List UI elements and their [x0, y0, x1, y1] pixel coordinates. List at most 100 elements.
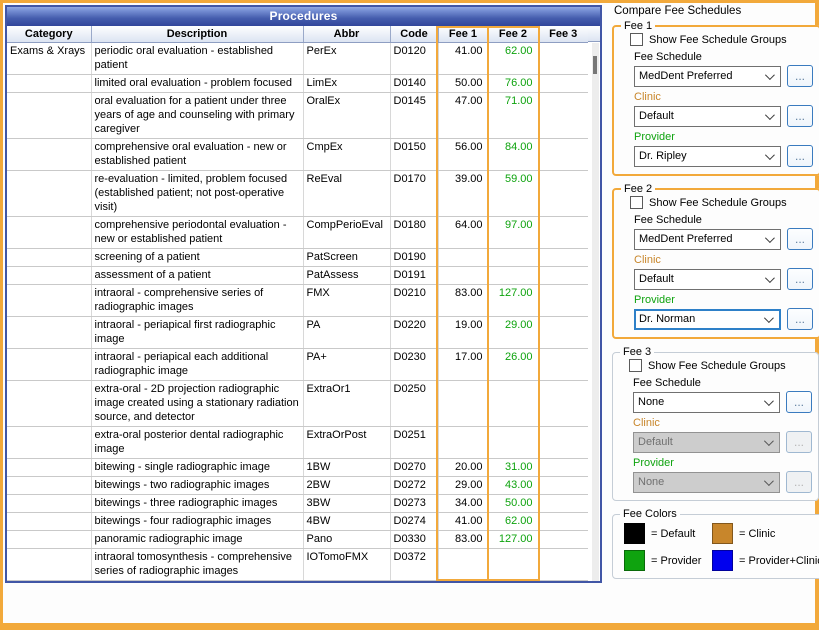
fee3-show-groups-row[interactable]: Show Fee Schedule Groups: [629, 359, 812, 372]
category-cell: [7, 348, 91, 380]
code-cell: D0145: [390, 92, 438, 138]
fee-color-provider: = Provider: [624, 550, 712, 571]
chevron-down-icon: [765, 110, 775, 120]
procedures-grid: Procedures Category Description Abbr Cod…: [5, 5, 602, 583]
chevron-down-icon: [765, 70, 775, 80]
table-row[interactable]: intraoral - comprehensive series of radi…: [7, 284, 588, 316]
fee1-fee-schedule-browse-button[interactable]: ...: [787, 65, 813, 87]
table-row[interactable]: Exams & Xraysperiodic oral evaluation - …: [7, 42, 588, 74]
category-cell: [7, 92, 91, 138]
fee1-cell: 29.00: [438, 476, 488, 494]
procedures-table: Category Description Abbr Code Fee 1 Fee…: [7, 26, 588, 581]
description-cell: extra-oral posterior dental radiographic…: [91, 426, 303, 458]
abbr-cell: PA: [303, 316, 390, 348]
fee2-fee-schedule-select[interactable]: MedDent Preferred: [634, 229, 781, 250]
abbr-cell: 3BW: [303, 494, 390, 512]
code-cell: D0220: [390, 316, 438, 348]
category-cell: [7, 548, 91, 580]
table-row[interactable]: extra-oral posterior dental radiographic…: [7, 426, 588, 458]
fee2-show-groups-row[interactable]: Show Fee Schedule Groups: [630, 196, 813, 209]
fee3-show-groups-checkbox[interactable]: [629, 359, 642, 372]
fee2-cell: 26.00: [488, 348, 538, 380]
fee3-cell: [538, 266, 588, 284]
fee2-provider-select[interactable]: Dr. Norman: [634, 309, 781, 330]
fee1-clinic-select[interactable]: Default: [634, 106, 781, 127]
abbr-cell: PA+: [303, 348, 390, 380]
fee2-cell: 43.00: [488, 476, 538, 494]
fee2-show-groups-label: Show Fee Schedule Groups: [649, 197, 787, 209]
fee3-cell: [538, 138, 588, 170]
chevron-down-icon: [764, 476, 774, 486]
fee3-cell: [538, 348, 588, 380]
fee1-provider-browse-button[interactable]: ...: [787, 145, 813, 167]
fee1-cell: [438, 380, 488, 426]
code-cell: D0230: [390, 348, 438, 380]
table-row[interactable]: limited oral evaluation - problem focuse…: [7, 74, 588, 92]
fee1-provider-select[interactable]: Dr. Ripley: [634, 146, 781, 167]
fee3-fee-schedule-select[interactable]: None: [633, 392, 780, 413]
fee3-cell: [538, 548, 588, 580]
table-row[interactable]: intraoral - periapical first radiographi…: [7, 316, 588, 348]
fee3-cell: [538, 530, 588, 548]
fee3-fee-schedule-browse-button[interactable]: ...: [786, 391, 812, 413]
table-row[interactable]: panoramic radiographic imagePanoD033083.…: [7, 530, 588, 548]
fee1-show-groups-row[interactable]: Show Fee Schedule Groups: [630, 33, 813, 46]
table-row[interactable]: bitewing - single radiographic image1BWD…: [7, 458, 588, 476]
scrollbar-thumb[interactable]: [593, 56, 597, 74]
table-row[interactable]: comprehensive oral evaluation - new or e…: [7, 138, 588, 170]
table-row[interactable]: assessment of a patientPatAssessD0191: [7, 266, 588, 284]
table-row[interactable]: intraoral - periapical each additional r…: [7, 348, 588, 380]
fee3-cell: [538, 216, 588, 248]
col-header-fee3: Fee 3: [538, 26, 588, 42]
table-row[interactable]: comprehensive periodontal evaluation - n…: [7, 216, 588, 248]
table-row[interactable]: bitewings - three radiographic images3BW…: [7, 494, 588, 512]
category-cell: [7, 458, 91, 476]
fee2-fee-schedule-browse-button[interactable]: ...: [787, 228, 813, 250]
table-row[interactable]: screening of a patientPatScreenD0190: [7, 248, 588, 266]
fee1-show-groups-checkbox[interactable]: [630, 33, 643, 46]
table-row[interactable]: intraoral tomosynthesis - comprehensive …: [7, 548, 588, 580]
code-cell: D0210: [390, 284, 438, 316]
abbr-cell: CmpEx: [303, 138, 390, 170]
clinic-color-swatch: [712, 523, 733, 544]
table-row[interactable]: bitewings - two radiographic images2BWD0…: [7, 476, 588, 494]
description-cell: periodic oral evaluation - established p…: [91, 42, 303, 74]
table-row[interactable]: extra-oral - 2D projection radiographic …: [7, 380, 588, 426]
code-cell: D0190: [390, 248, 438, 266]
abbr-cell: Pano: [303, 530, 390, 548]
abbr-cell: ExtraOr1: [303, 380, 390, 426]
fee2-cell: 127.00: [488, 284, 538, 316]
fee2-clinic-browse-button[interactable]: ...: [787, 268, 813, 290]
vertical-scrollbar[interactable]: [588, 26, 600, 581]
col-header-category: Category: [7, 26, 91, 42]
description-cell: bitewings - three radiographic images: [91, 494, 303, 512]
fee2-show-groups-checkbox[interactable]: [630, 196, 643, 209]
fee1-cell: 83.00: [438, 284, 488, 316]
table-row[interactable]: re-evaluation - limited, problem focused…: [7, 170, 588, 216]
fee1-cell: [438, 248, 488, 266]
fee2-group-label: Fee 2: [621, 183, 655, 195]
category-cell: [7, 284, 91, 316]
fee3-cell: [538, 316, 588, 348]
fee1-clinic-label: Clinic: [634, 91, 813, 103]
fee1-cell: 56.00: [438, 138, 488, 170]
chevron-down-icon: [765, 273, 775, 283]
chevron-down-icon: [764, 396, 774, 406]
fee1-fee-schedule-select[interactable]: MedDent Preferred: [634, 66, 781, 87]
fee1-cell: 20.00: [438, 458, 488, 476]
abbr-cell: LimEx: [303, 74, 390, 92]
fee3-group-box: Fee 3 Show Fee Schedule Groups Fee Sched…: [612, 346, 819, 501]
category-cell: [7, 530, 91, 548]
code-cell: D0180: [390, 216, 438, 248]
fee2-clinic-select[interactable]: Default: [634, 269, 781, 290]
fee2-group-box: Fee 2 Show Fee Schedule Groups Fee Sched…: [612, 183, 819, 339]
table-row[interactable]: oral evaluation for a patient under thre…: [7, 92, 588, 138]
abbr-cell: FMX: [303, 284, 390, 316]
fee1-clinic-browse-button[interactable]: ...: [787, 105, 813, 127]
fee2-provider-browse-button[interactable]: ...: [787, 308, 813, 330]
fee3-show-groups-label: Show Fee Schedule Groups: [648, 360, 786, 372]
fee1-provider-value: Dr. Ripley: [639, 150, 687, 162]
col-header-abbr: Abbr: [303, 26, 390, 42]
table-row[interactable]: bitewings - four radiographic images4BWD…: [7, 512, 588, 530]
scrollbar-track[interactable]: [592, 43, 599, 581]
